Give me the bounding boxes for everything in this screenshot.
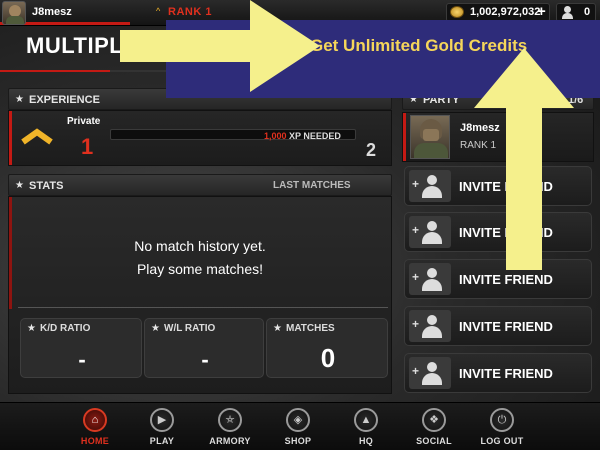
nav-log-out[interactable]: ⏻ LOG OUT bbox=[472, 408, 532, 446]
invite-friend-label: INVITE FRIEND bbox=[459, 366, 553, 381]
add-gold-button[interactable]: + bbox=[537, 3, 546, 20]
last-matches-tab[interactable]: LAST MATCHES bbox=[273, 180, 351, 191]
xp-needed-number: 1,000 bbox=[264, 131, 287, 141]
nav-home[interactable]: ⌂ HOME bbox=[65, 408, 125, 446]
nav-shop[interactable]: ◈ SHOP bbox=[268, 408, 328, 446]
gold-amount: 1,002,972,032 bbox=[470, 6, 541, 18]
nav-label: SOCIAL bbox=[416, 436, 452, 446]
gold-coin-icon bbox=[450, 6, 464, 18]
next-rank: 2 bbox=[366, 140, 377, 160]
matches-card: ★ MATCHES 0 bbox=[266, 318, 388, 378]
add-friend-icon bbox=[427, 362, 437, 372]
nav-play[interactable]: ▶ PLAY bbox=[132, 408, 192, 446]
nav-label: LOG OUT bbox=[480, 436, 524, 446]
invite-friend-label: INVITE FRIEND bbox=[459, 319, 553, 334]
party-member-accent bbox=[403, 113, 406, 161]
star-icon: ★ bbox=[273, 323, 282, 334]
star-icon: ★ bbox=[15, 180, 24, 191]
invite-friend-button[interactable]: + INVITE FRIEND bbox=[404, 166, 592, 206]
invite-friend-button[interactable]: + INVITE FRIEND bbox=[404, 353, 592, 393]
empty-history-hint: Play some matches! bbox=[136, 261, 264, 277]
kd-ratio-card: ★ K/D RATIO - bbox=[20, 318, 142, 378]
wl-ratio-card: ★ W/L RATIO - bbox=[144, 318, 264, 378]
nav-label: PLAY bbox=[149, 436, 175, 446]
invite-friend-button[interactable]: + INVITE FRIEND bbox=[404, 306, 592, 346]
empty-history-message: No match history yet. bbox=[134, 238, 266, 254]
add-friend-icon bbox=[427, 268, 437, 278]
stat-label: MATCHES bbox=[286, 323, 335, 334]
nav-label: ARMORY bbox=[209, 436, 251, 446]
nav-label: HOME bbox=[80, 436, 110, 446]
page-title: MULTIPLAY bbox=[26, 33, 153, 58]
star-icon: ★ bbox=[27, 323, 36, 334]
rank-name: Private bbox=[67, 116, 101, 127]
current-rank: 1 bbox=[81, 134, 94, 159]
shop-icon: ◈ bbox=[293, 414, 303, 426]
star-icon: ★ bbox=[151, 323, 160, 334]
hq-icon: ▲ bbox=[360, 414, 372, 426]
username[interactable]: J8mesz bbox=[32, 6, 72, 18]
nav-label: SHOP bbox=[284, 436, 312, 446]
nav-hq[interactable]: ▲ HQ bbox=[336, 408, 396, 446]
rank-chevron-icon bbox=[21, 128, 53, 145]
experience-accent bbox=[9, 111, 12, 165]
stat-value: 0 bbox=[320, 343, 336, 373]
friends-icon bbox=[562, 6, 573, 19]
nav-label: HQ bbox=[358, 436, 374, 446]
rank-chevron-icon: ^ bbox=[156, 6, 161, 16]
party-member-avatar bbox=[410, 115, 450, 159]
promo-banner[interactable] bbox=[166, 20, 600, 98]
xp-needed-text: XP NEEDED bbox=[289, 131, 341, 141]
experience-heading: EXPERIENCE bbox=[29, 94, 100, 106]
social-icon: ❖ bbox=[429, 414, 439, 426]
xp-needed: 1,000 XP NEEDED bbox=[264, 131, 341, 141]
invite-friend-label: INVITE FRIEND bbox=[459, 272, 553, 287]
add-friend-icon bbox=[427, 315, 437, 325]
home-icon: ⌂ bbox=[91, 414, 99, 426]
rank-label: RANK 1 bbox=[168, 6, 212, 18]
avatar[interactable] bbox=[2, 1, 26, 25]
nav-social[interactable]: ❖ SOCIAL bbox=[404, 408, 464, 446]
stats-divider bbox=[18, 307, 388, 308]
invite-friend-label: INVITE FRIEND bbox=[459, 225, 553, 240]
star-icon: ★ bbox=[15, 94, 24, 105]
friends-count: 0 bbox=[584, 6, 591, 18]
stats-heading: STATS bbox=[29, 180, 64, 192]
party-member-name: J8mesz bbox=[460, 122, 500, 134]
nav-armory[interactable]: ⛤ ARMORY bbox=[200, 408, 260, 446]
invite-friend-button[interactable]: + INVITE FRIEND bbox=[404, 259, 592, 299]
invite-friend-label: INVITE FRIEND bbox=[459, 179, 553, 194]
play-icon: ▶ bbox=[157, 414, 167, 426]
stat-value: - bbox=[78, 347, 86, 372]
stat-label: K/D RATIO bbox=[40, 323, 91, 334]
armory-icon: ⛤ bbox=[225, 414, 235, 426]
party-member-rank: RANK 1 bbox=[460, 140, 497, 151]
add-friend-icon bbox=[427, 221, 437, 231]
promo-text[interactable]: Get Unlimited Gold Credits bbox=[310, 36, 527, 56]
power-icon: ⏻ bbox=[497, 414, 507, 426]
stat-value: - bbox=[201, 347, 209, 372]
stat-label: W/L RATIO bbox=[164, 323, 216, 334]
invite-friend-button[interactable]: + INVITE FRIEND bbox=[404, 212, 592, 252]
add-friend-icon bbox=[427, 175, 437, 185]
